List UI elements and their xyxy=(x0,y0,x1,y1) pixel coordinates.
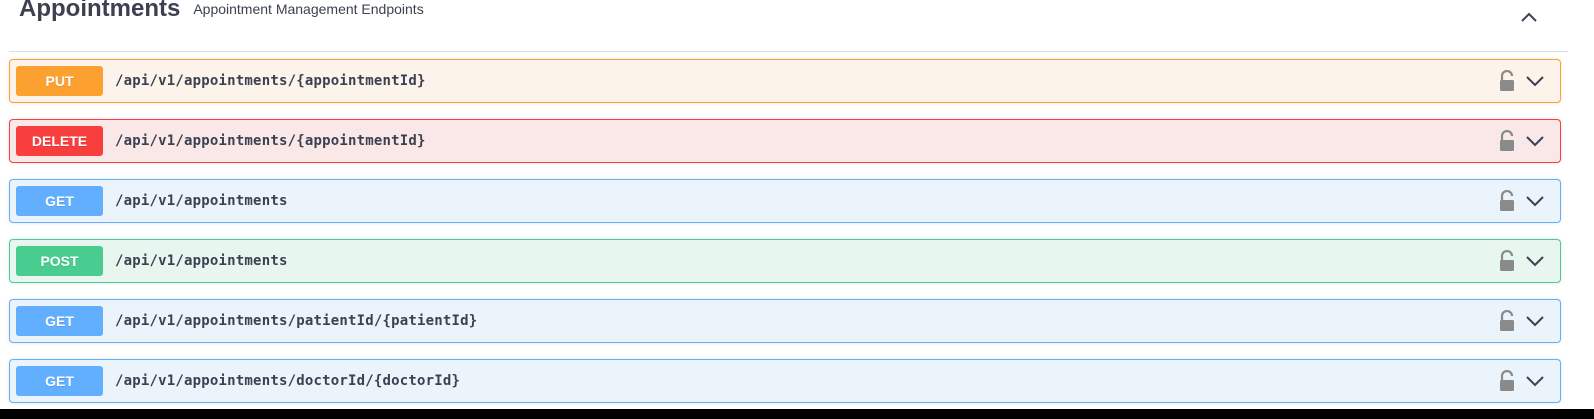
chevron-down-icon[interactable] xyxy=(1524,191,1546,211)
opblock-put[interactable]: PUT/api/v1/appointments/{appointmentId} xyxy=(9,59,1561,103)
opblock-actions xyxy=(1498,120,1546,162)
endpoint-path: /api/v1/appointments/{appointmentId} xyxy=(115,133,426,149)
endpoint-path: /api/v1/appointments xyxy=(115,253,288,269)
lock-icon[interactable] xyxy=(1498,310,1516,332)
method-badge: GET xyxy=(16,366,103,396)
chevron-down-icon[interactable] xyxy=(1524,311,1546,331)
opblock-get[interactable]: GET/api/v1/appointments/doctorId/{doctor… xyxy=(9,359,1561,403)
lock-icon[interactable] xyxy=(1498,190,1516,212)
opblock-get[interactable]: GET/api/v1/appointments xyxy=(9,179,1561,223)
opblock-actions xyxy=(1498,60,1546,102)
opblock-actions xyxy=(1498,300,1546,342)
opblock-post[interactable]: POST/api/v1/appointments xyxy=(9,239,1561,283)
lock-icon[interactable] xyxy=(1498,370,1516,392)
endpoint-path: /api/v1/appointments/doctorId/{doctorId} xyxy=(115,373,461,389)
opblock-get[interactable]: GET/api/v1/appointments/patientId/{patie… xyxy=(9,299,1561,343)
method-badge: DELETE xyxy=(16,126,103,156)
chevron-down-icon[interactable] xyxy=(1524,251,1546,271)
tag-title: Appointments xyxy=(19,0,181,22)
opblock-actions xyxy=(1498,180,1546,222)
method-badge: POST xyxy=(16,246,103,276)
chevron-down-icon[interactable] xyxy=(1524,371,1546,391)
lock-icon[interactable] xyxy=(1498,250,1516,272)
endpoint-path: /api/v1/appointments/patientId/{patientI… xyxy=(115,313,478,329)
chevron-up-icon[interactable] xyxy=(1516,4,1542,30)
opblock-actions xyxy=(1498,240,1546,282)
tag-description: Appointment Management Endpoints xyxy=(193,0,424,17)
method-badge: PUT xyxy=(16,66,103,96)
method-badge: GET xyxy=(16,186,103,216)
endpoint-path: /api/v1/appointments/{appointmentId} xyxy=(115,73,426,89)
lock-icon[interactable] xyxy=(1498,70,1516,92)
tag-section-header[interactable]: Appointments Appointment Management Endp… xyxy=(9,0,1568,52)
endpoint-path: /api/v1/appointments xyxy=(115,193,288,209)
opblock-delete[interactable]: DELETE/api/v1/appointments/{appointmentI… xyxy=(9,119,1561,163)
chevron-down-icon[interactable] xyxy=(1524,71,1546,91)
bottom-border xyxy=(0,409,1594,419)
method-badge: GET xyxy=(16,306,103,336)
opblock-actions xyxy=(1498,360,1546,402)
chevron-down-icon[interactable] xyxy=(1524,131,1546,151)
lock-icon[interactable] xyxy=(1498,130,1516,152)
